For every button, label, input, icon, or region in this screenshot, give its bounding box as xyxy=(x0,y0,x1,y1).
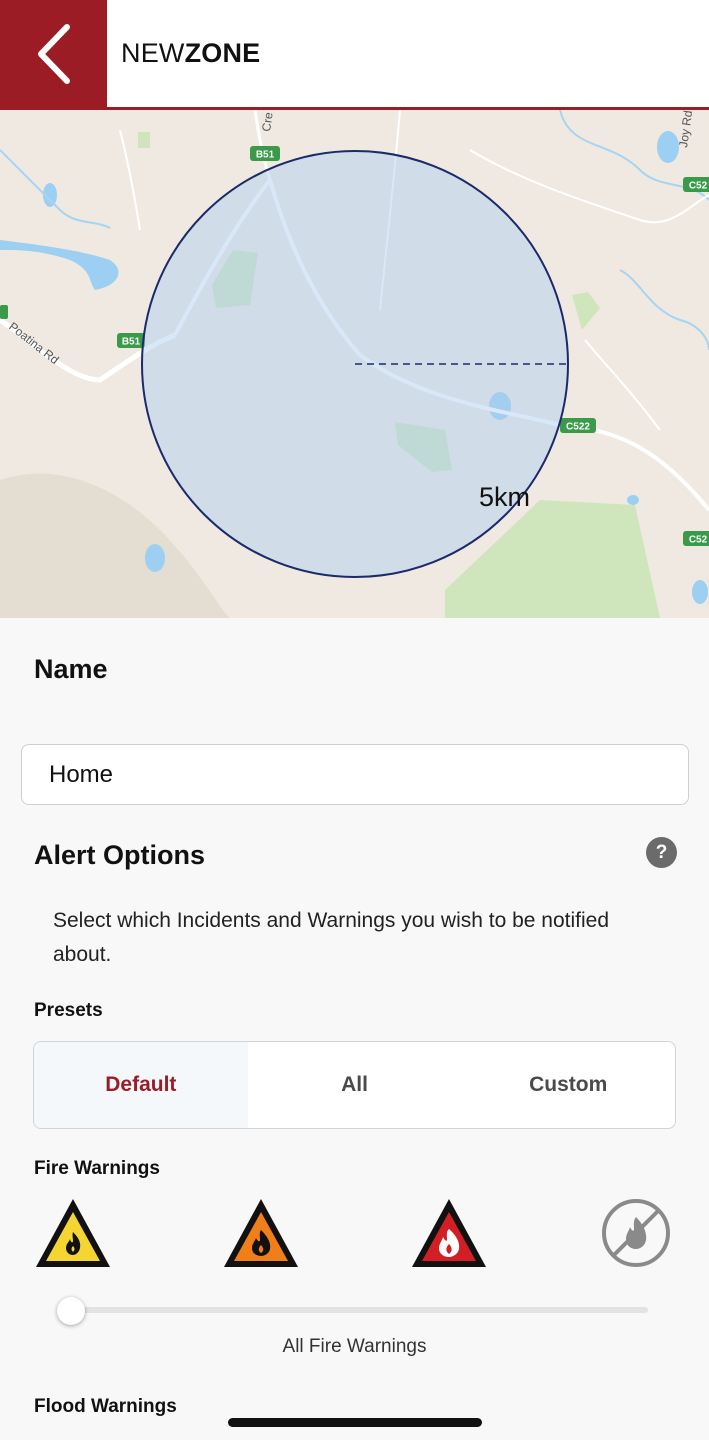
page-title: NEWZONE xyxy=(121,38,261,68)
fire-watch-and-act-icon[interactable] xyxy=(221,1196,301,1272)
name-heading: Name xyxy=(34,654,108,684)
presets-heading: Presets xyxy=(34,1000,103,1021)
road-name: Joy Rd xyxy=(676,110,695,148)
fire-warning-slider-track[interactable] xyxy=(72,1307,648,1313)
alert-options-heading: Alert Options xyxy=(34,840,206,870)
no-fire-warnings-icon[interactable] xyxy=(600,1197,672,1269)
road-shield: B51 xyxy=(117,333,145,348)
preset-custom[interactable]: Custom xyxy=(461,1042,675,1128)
fire-warning-levels xyxy=(0,1196,709,1276)
preset-all[interactable]: All xyxy=(248,1042,462,1128)
svg-text:C52: C52 xyxy=(689,181,708,192)
svg-text:B51: B51 xyxy=(122,337,141,348)
svg-text:B51: B51 xyxy=(256,150,275,161)
preset-default[interactable]: Default xyxy=(34,1042,248,1128)
fire-warnings-heading: Fire Warnings xyxy=(34,1158,160,1179)
help-label: ? xyxy=(655,841,668,863)
alert-description: Select which Incidents and Warnings you … xyxy=(53,909,610,966)
app-header: NEWZONE xyxy=(0,0,709,110)
zone-form: Name Alert Options ? Select which Incide… xyxy=(0,618,709,1440)
radius-label: 5km xyxy=(479,482,531,512)
road-shield: B51 xyxy=(250,146,280,161)
presets-segmented-control: Default All Custom xyxy=(33,1041,676,1129)
road-name: Cre xyxy=(259,111,276,132)
fire-advice-icon[interactable] xyxy=(33,1196,113,1272)
flood-warnings-heading: Flood Warnings xyxy=(34,1396,177,1417)
question-circle-icon[interactable]: ? xyxy=(646,837,677,868)
road-name: Poatina Rd xyxy=(6,319,61,367)
back-button[interactable] xyxy=(0,0,107,108)
fire-warning-slider-thumb[interactable] xyxy=(57,1297,85,1325)
home-indicator[interactable] xyxy=(228,1418,482,1427)
zone-map[interactable]: B51 B51 C522 C52 C52 Poatina Rd Cre Joy … xyxy=(0,110,709,618)
road-shield: C52 xyxy=(683,177,709,192)
svg-text:C522: C522 xyxy=(566,422,590,433)
map-canvas: B51 B51 C522 C52 C52 Poatina Rd Cre Joy … xyxy=(0,110,709,618)
svg-text:C52: C52 xyxy=(689,535,708,546)
fire-warning-slider-label: All Fire Warnings xyxy=(282,1336,427,1357)
road-shield: C522 xyxy=(560,418,596,433)
zone-name-input[interactable] xyxy=(21,744,689,805)
fire-emergency-icon[interactable] xyxy=(409,1196,489,1272)
road-shield: C52 xyxy=(683,531,709,546)
chevron-left-icon xyxy=(37,24,70,84)
